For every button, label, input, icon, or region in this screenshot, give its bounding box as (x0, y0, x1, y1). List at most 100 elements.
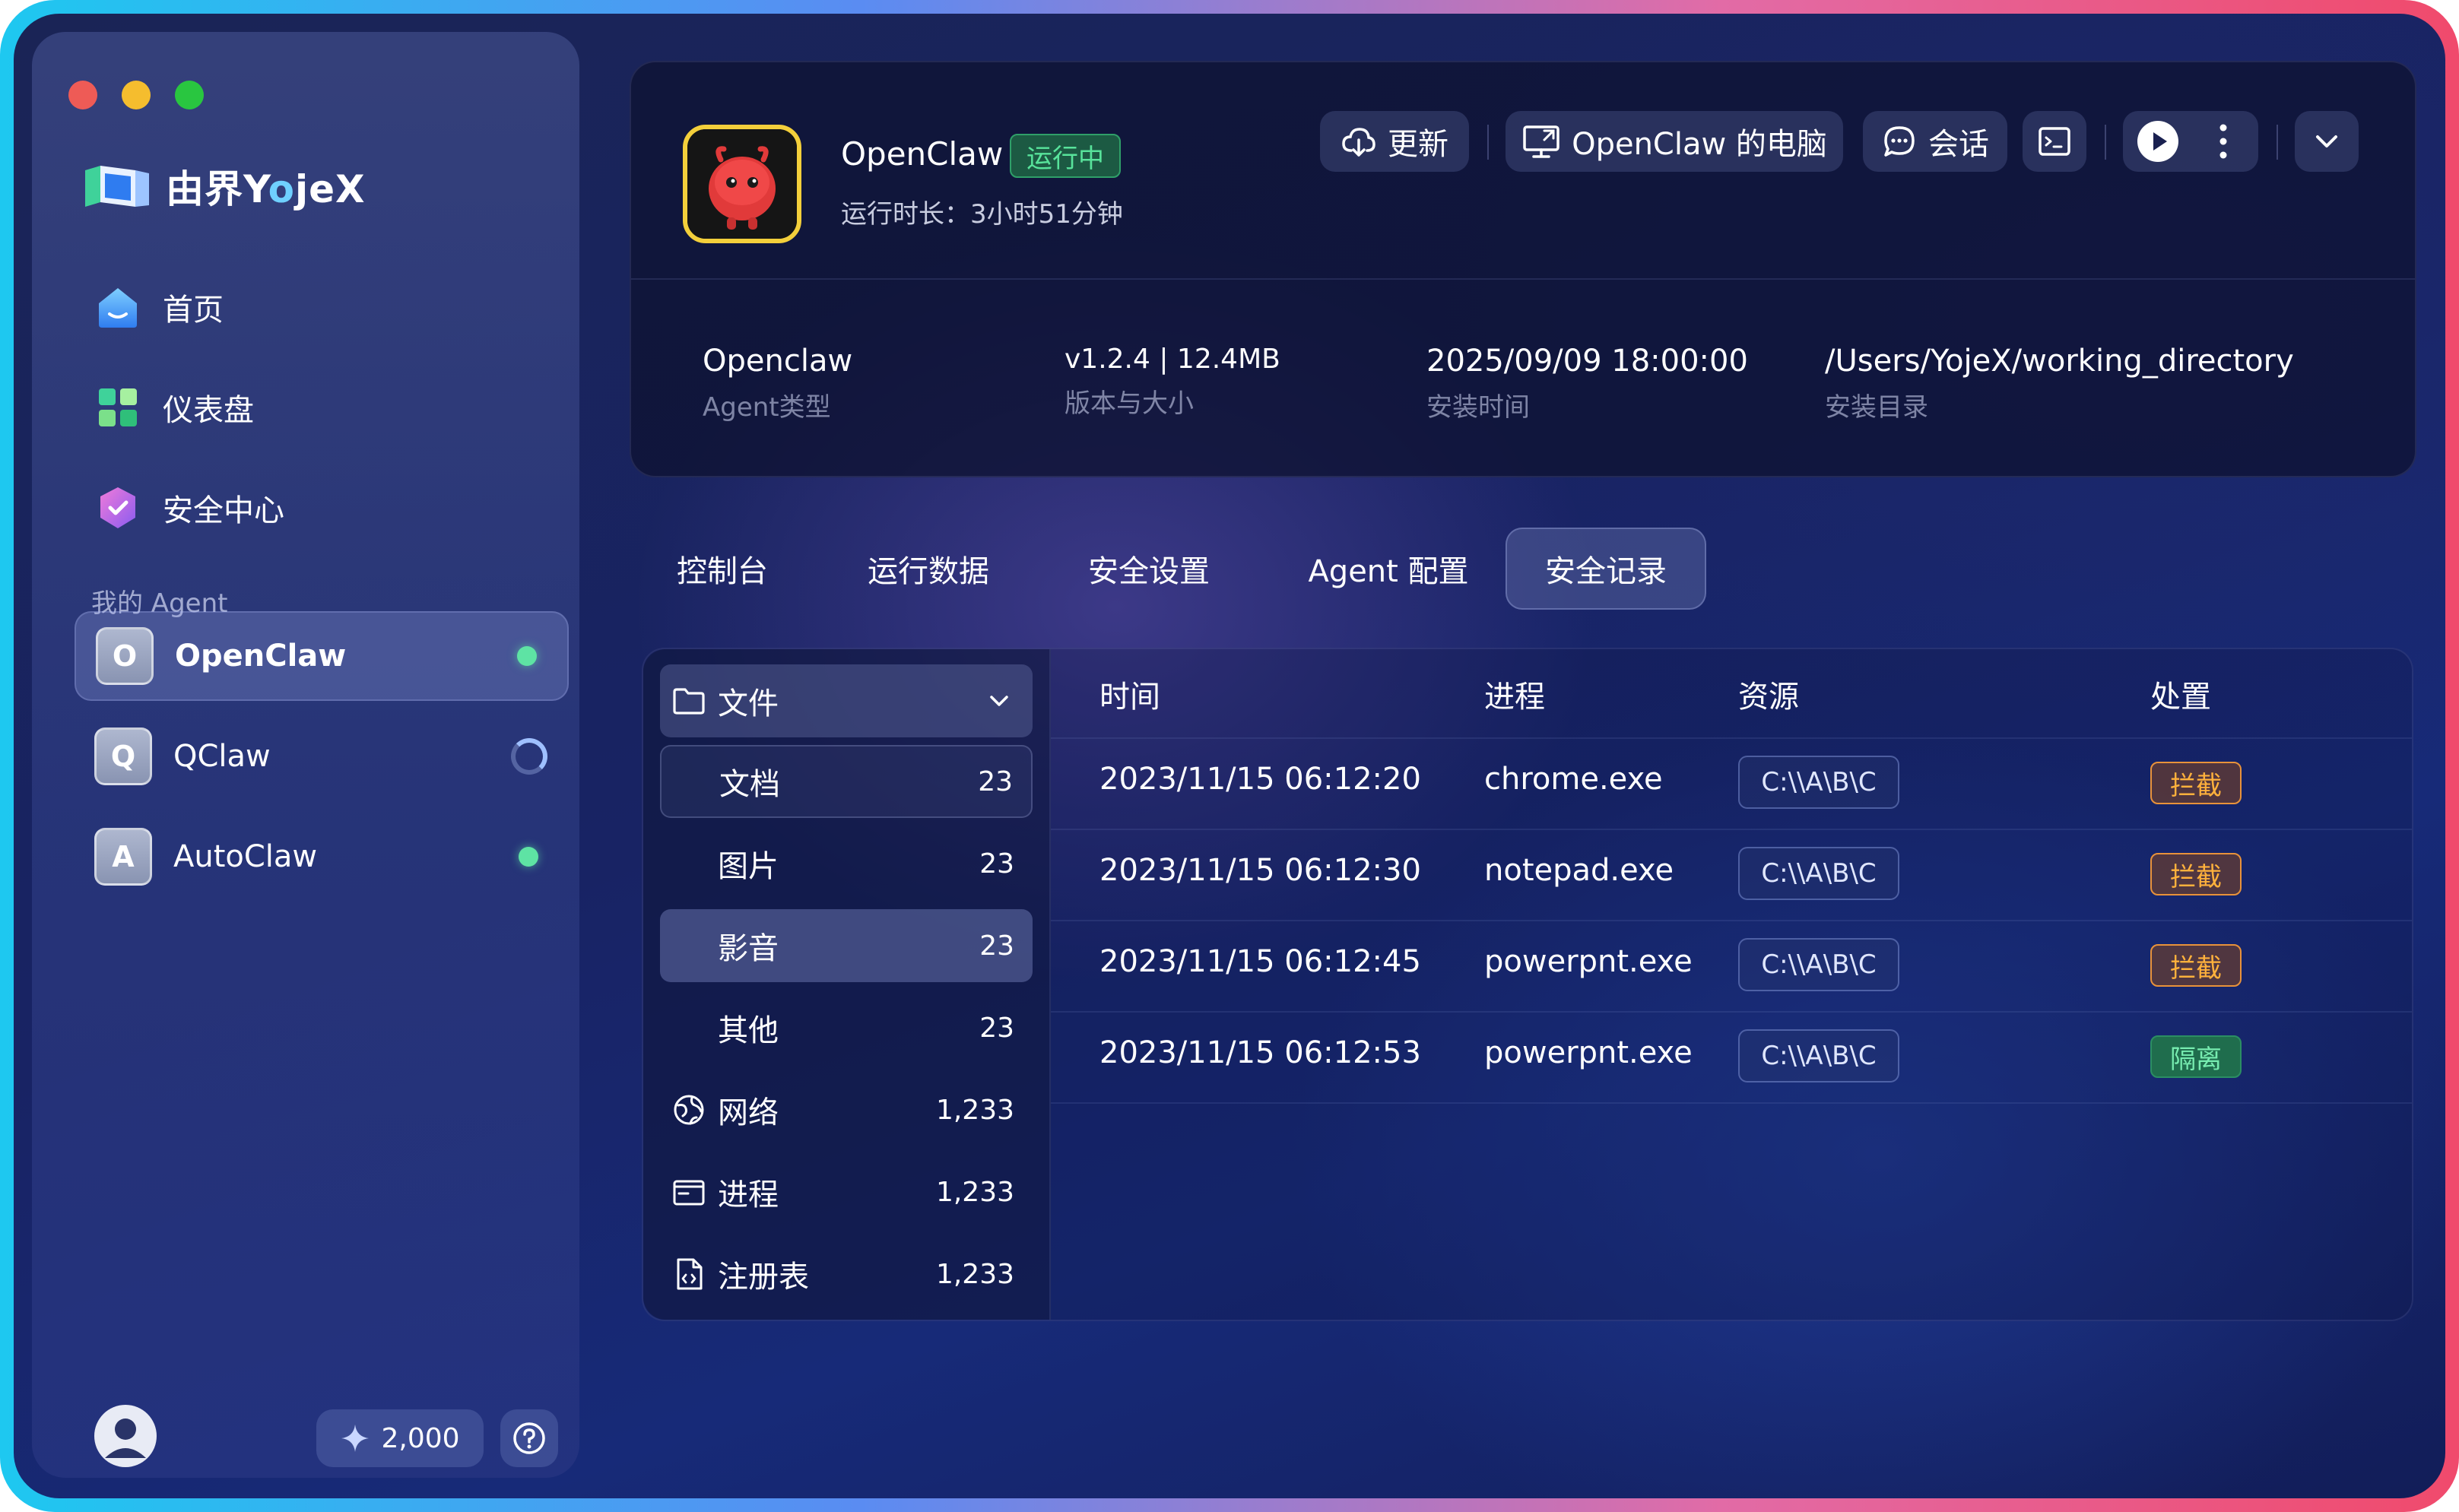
update-button[interactable]: 更新 (1320, 111, 1469, 172)
registry-icon (671, 1256, 707, 1292)
credits-value: 2,000 (381, 1422, 460, 1454)
chat-button[interactable]: 会话 (1863, 111, 2007, 172)
agent-name: AutoClaw (173, 839, 318, 874)
column-header-process[interactable]: 进程 (1484, 672, 1545, 716)
category-count: 1,233 (935, 1258, 1014, 1290)
zoom-window-button[interactable] (175, 81, 204, 109)
app-logo (683, 125, 801, 243)
meta-label: Agent类型 (703, 392, 831, 423)
uptime-text: 运行时长：3小时51分钟 (841, 199, 1123, 230)
header-divider (631, 278, 2415, 280)
tab-runtime-data[interactable]: 运行数据 (833, 528, 1023, 610)
nav-label: 首页 (163, 293, 224, 328)
meta-version-size: v1.2.4 | 12.4MB 版本与大小 (1065, 344, 1280, 420)
tab-console[interactable]: 控制台 (646, 528, 798, 610)
credits-button[interactable]: 2,000 (316, 1409, 484, 1467)
category-label: 影音 (718, 931, 779, 966)
tab-agent-config[interactable]: Agent 配置 (1274, 528, 1502, 610)
column-header-time[interactable]: 时间 (1099, 672, 1160, 716)
category-registry[interactable]: 注册表 1,233 (660, 1238, 1033, 1311)
run-controls (2123, 111, 2258, 172)
help-button[interactable] (500, 1409, 558, 1467)
row-resource: C:\\A\B\C (1738, 1029, 1899, 1082)
row-process: chrome.exe (1484, 762, 1663, 797)
brand-logo-icon (82, 163, 152, 210)
action-badge-block: 拦截 (2150, 944, 2242, 987)
row-resource: C:\\A\B\C (1738, 756, 1899, 809)
category-other[interactable]: 其他 23 (660, 991, 1033, 1064)
category-media[interactable]: 影音 23 (660, 909, 1033, 982)
category-label: 图片 (718, 849, 779, 884)
row-time: 2023/11/15 06:12:20 (1099, 762, 1421, 797)
close-window-button[interactable] (68, 81, 97, 109)
nav-label: 仪表盘 (163, 393, 254, 428)
agent-item-autoclaw[interactable]: A AutoClaw (75, 812, 569, 902)
nav-item-home[interactable]: 首页 (94, 277, 224, 338)
loading-spinner-icon (511, 738, 547, 775)
table-divider (1051, 1011, 2412, 1013)
meta-value: v1.2.4 | 12.4MB (1065, 344, 1280, 375)
category-label: 文档 (719, 767, 780, 802)
column-header-resource[interactable]: 资源 (1738, 672, 1799, 716)
category-count: 23 (979, 930, 1014, 962)
row-time: 2023/11/15 06:12:30 (1099, 853, 1421, 888)
play-icon (2137, 121, 2178, 162)
nav-label: 安全中心 (163, 493, 284, 528)
nav-item-dashboard[interactable]: 仪表盘 (94, 377, 254, 438)
more-options-button[interactable] (2196, 114, 2251, 169)
tab-security-settings[interactable]: 安全设置 (1054, 528, 1244, 610)
open-computer-button[interactable]: OpenClaw 的电脑 (1506, 111, 1843, 172)
chat-icon (1884, 126, 1915, 157)
folder-icon (671, 683, 707, 719)
category-file[interactable]: 文件 (660, 664, 1033, 737)
running-status-dot (519, 847, 538, 867)
minimize-window-button[interactable] (122, 81, 151, 109)
more-vertical-icon (2219, 124, 2227, 159)
row-time: 2023/11/15 06:12:45 (1099, 944, 1421, 979)
agent-header-card: OpenClaw 运行中 运行时长：3小时51分钟 更新 OpenClaw 的电… (630, 61, 2416, 477)
category-process[interactable]: 进程 1,233 (660, 1155, 1033, 1228)
brand-name: 由界YojeX (166, 167, 366, 211)
agent-item-openclaw[interactable]: O OpenClaw (75, 611, 569, 701)
row-process: notepad.exe (1484, 853, 1674, 888)
tab-security-log[interactable]: 安全记录 (1506, 528, 1706, 610)
category-documents[interactable]: 文档 23 (660, 745, 1033, 818)
category-count: 1,233 (935, 1094, 1014, 1126)
user-avatar[interactable] (94, 1405, 157, 1467)
category-network[interactable]: 网络 1,233 (660, 1073, 1033, 1146)
sidebar: 由界YojeX 首页 仪表盘 安全中心 我的 Agent O OpenClaw … (32, 32, 579, 1478)
row-process: powerpnt.exe (1484, 1035, 1693, 1070)
column-header-action[interactable]: 处置 (2150, 672, 2211, 716)
agent-item-qclaw[interactable]: Q QClaw (75, 712, 569, 801)
monitor-icon (1523, 125, 1559, 158)
table-divider (1051, 920, 2412, 921)
meta-label: 安装目录 (1825, 392, 1928, 423)
category-count: 23 (979, 1012, 1014, 1044)
collapse-button[interactable] (2295, 111, 2359, 172)
row-time: 2023/11/15 06:12:53 (1099, 1035, 1421, 1070)
terminal-button[interactable] (2023, 111, 2086, 172)
meta-value: 2025/09/09 18:00:00 (1426, 344, 1748, 379)
running-status-dot (517, 646, 537, 666)
table-divider (1051, 1102, 2412, 1104)
chevron-down-icon (990, 696, 1008, 706)
terminal-icon (2039, 127, 2070, 156)
update-label: 更新 (1388, 127, 1448, 162)
action-badge-block: 拦截 (2150, 853, 2242, 895)
sparkle-icon (341, 1425, 370, 1452)
meta-value: /Users/YojeX/working_directory (1825, 344, 2294, 379)
brand: 由界YojeX (82, 160, 366, 213)
play-button[interactable] (2131, 114, 2185, 169)
home-icon (94, 284, 141, 331)
category-images[interactable]: 图片 23 (660, 827, 1033, 900)
agent-title: OpenClaw (841, 135, 1004, 173)
category-count: 23 (978, 766, 1013, 797)
agent-avatar: Q (94, 727, 152, 785)
toolbar-divider (2277, 125, 2278, 160)
window-frame: 由界YojeX 首页 仪表盘 安全中心 我的 Agent O OpenClaw … (0, 0, 2459, 1512)
nav-item-security-center[interactable]: 安全中心 (94, 477, 284, 538)
category-label: 注册表 (718, 1260, 809, 1295)
table-divider (1051, 737, 2412, 739)
category-count: 23 (979, 848, 1014, 880)
row-process: powerpnt.exe (1484, 944, 1693, 979)
